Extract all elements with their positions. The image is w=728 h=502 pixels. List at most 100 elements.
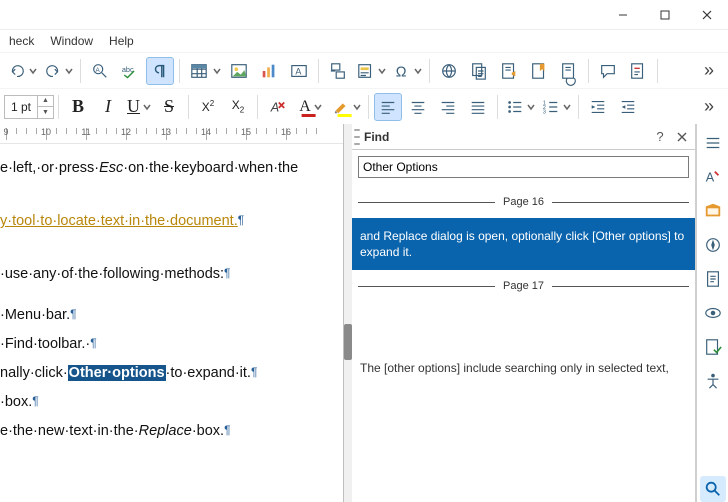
superscript-button[interactable]: X2 <box>194 93 222 121</box>
font-size-value[interactable]: 1 pt <box>5 100 37 114</box>
panel-grip-icon[interactable] <box>354 129 360 145</box>
menu-window[interactable]: Window <box>43 32 100 50</box>
find-result-item[interactable]: The [other options] include searching on… <box>352 350 695 386</box>
sidebar-navigator-icon[interactable] <box>700 232 726 258</box>
window-minimize-button[interactable] <box>602 0 644 29</box>
insert-footnote-button[interactable] <box>465 57 493 85</box>
font-size-spinner[interactable]: 1 pt ▲ ▼ <box>4 95 54 119</box>
insert-symbol-dropdown[interactable] <box>413 67 423 75</box>
sidebar-manage-changes-icon[interactable] <box>700 334 726 360</box>
menu-check[interactable]: heck <box>2 32 41 50</box>
insert-hyperlink-button[interactable] <box>435 57 463 85</box>
insert-table-dropdown[interactable] <box>212 67 222 75</box>
find-result-item[interactable]: and Replace dialog is open, optionally c… <box>352 218 695 270</box>
horizontal-ruler[interactable]: 910111213141516 <box>0 124 343 144</box>
formatting-marks-button[interactable] <box>146 57 174 85</box>
highlight-color-dropdown[interactable] <box>352 103 362 111</box>
insert-endnote-button[interactable] <box>495 57 523 85</box>
insert-chart-button[interactable] <box>255 57 283 85</box>
insert-field-button[interactable] <box>354 57 388 85</box>
svg-text:A: A <box>705 171 714 185</box>
numbered-list-dropdown[interactable] <box>562 103 572 111</box>
find-search-input[interactable] <box>358 156 689 178</box>
highlight-color-button[interactable] <box>329 93 363 121</box>
bold-button[interactable]: B <box>64 93 92 121</box>
decrease-indent-button[interactable] <box>614 93 642 121</box>
sidebar-find-icon[interactable] <box>700 476 726 502</box>
svg-text:Ω: Ω <box>396 64 407 80</box>
insert-symbol-button[interactable]: Ω <box>390 57 424 85</box>
font-color-button[interactable]: A <box>293 93 327 121</box>
sidebar-gallery-icon[interactable] <box>700 198 726 224</box>
insert-comment-button[interactable] <box>594 57 622 85</box>
italic-button[interactable]: I <box>94 93 122 121</box>
ruler-number: 9 <box>3 127 8 137</box>
toolbar-overflow-button[interactable]: » <box>695 57 723 85</box>
undo-button[interactable] <box>5 57 39 85</box>
doc-text: nally·click· <box>0 365 68 381</box>
sidebar-page-icon[interactable] <box>700 266 726 292</box>
numbered-list-button[interactable]: 123 <box>539 93 573 121</box>
undo-dropdown[interactable] <box>28 67 38 75</box>
find-help-button[interactable]: ? <box>651 128 669 146</box>
insert-field-dropdown[interactable] <box>377 67 387 75</box>
splitter-thumb[interactable] <box>344 324 352 360</box>
strikethrough-button[interactable]: S <box>155 93 183 121</box>
track-changes-button[interactable] <box>624 57 652 85</box>
insert-image-button[interactable] <box>225 57 253 85</box>
window-close-button[interactable] <box>686 0 728 29</box>
sidebar-settings-button[interactable] <box>700 130 726 156</box>
pilcrow-icon: ¶ <box>224 266 230 280</box>
increase-indent-button[interactable] <box>584 93 612 121</box>
insert-cross-reference-button[interactable] <box>555 57 583 85</box>
find-close-button[interactable] <box>673 128 691 146</box>
redo-dropdown[interactable] <box>64 67 74 75</box>
standard-toolbar: A abç A Ω <box>0 52 728 88</box>
ruler-number: 11 <box>81 127 90 137</box>
insert-page-break-button[interactable] <box>324 57 352 85</box>
doc-found-match: Other·options <box>68 365 166 381</box>
pilcrow-icon: ¶ <box>90 336 96 350</box>
pane-splitter[interactable] <box>344 124 352 502</box>
insert-bookmark-button[interactable] <box>525 57 553 85</box>
align-left-button[interactable] <box>374 93 402 121</box>
window-titlebar <box>0 0 728 30</box>
bullet-list-button[interactable] <box>503 93 537 121</box>
font-size-up[interactable]: ▲ <box>38 96 53 107</box>
font-size-down[interactable]: ▼ <box>38 107 53 118</box>
document-page[interactable]: e·left,·or·press·Esc·on·the·keyboard·whe… <box>0 144 343 502</box>
doc-text-italic: Esc <box>99 160 123 176</box>
svg-text:A: A <box>295 66 301 76</box>
underline-dropdown[interactable] <box>142 103 152 111</box>
main-area: 910111213141516 e·left,·or·press·Esc·on·… <box>0 124 728 502</box>
underline-button[interactable]: U <box>124 93 153 121</box>
insert-table-button[interactable] <box>185 57 223 85</box>
align-center-button[interactable] <box>404 93 432 121</box>
subscript-button[interactable]: X2 <box>224 93 252 121</box>
doc-text: ·Menu·bar. <box>0 307 70 323</box>
svg-text:3: 3 <box>543 109 546 115</box>
find-panel-header: Find ? <box>352 124 695 150</box>
sidebar-properties-icon[interactable]: A <box>700 164 726 190</box>
align-justify-button[interactable] <box>464 93 492 121</box>
redo-button[interactable] <box>41 57 75 85</box>
doc-text: ·on·the·keyboard·when·the <box>123 160 298 176</box>
doc-hyperlink[interactable]: y·tool·to·locate·text·in·the·document. <box>0 213 238 229</box>
sidebar-accessibility-icon[interactable] <box>700 368 726 394</box>
sidebar-style-inspector-icon[interactable] <box>700 300 726 326</box>
font-color-dropdown[interactable] <box>313 103 323 111</box>
sidebar-tab-strip: A <box>696 124 728 502</box>
doc-text: e·the·new·text·in·the· <box>0 423 139 439</box>
formatting-overflow-button[interactable]: » <box>695 93 723 121</box>
menu-help[interactable]: Help <box>102 32 141 50</box>
insert-textbox-button[interactable]: A <box>285 57 313 85</box>
align-right-button[interactable] <box>434 93 462 121</box>
ruler-number: 16 <box>281 127 291 137</box>
window-maximize-button[interactable] <box>644 0 686 29</box>
page-label: Page 16 <box>495 196 552 208</box>
clear-formatting-button[interactable]: A <box>263 93 291 121</box>
spellcheck-button[interactable]: abç <box>116 57 144 85</box>
bullet-list-dropdown[interactable] <box>526 103 536 111</box>
find-replace-button[interactable]: A <box>86 57 114 85</box>
pilcrow-icon: ¶ <box>238 213 244 227</box>
